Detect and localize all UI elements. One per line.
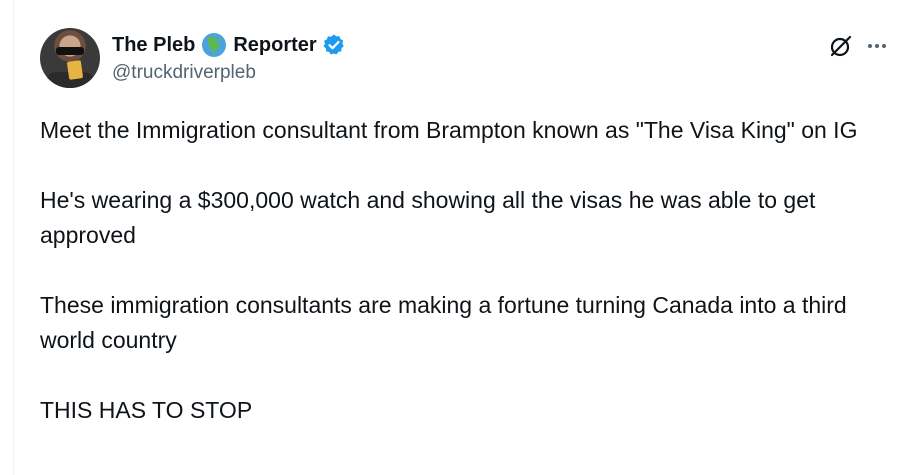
more-icon[interactable] [864,33,890,59]
tweet-header: The Pleb Reporter @truckdriverpleb [40,28,900,92]
tweet-text: Meet the Immigration consultant from Bra… [40,113,900,428]
display-name-part1: The Pleb [112,33,196,56]
author-name-row[interactable]: The Pleb Reporter [112,32,346,58]
tweet-paragraph: THIS HAS TO STOP [40,397,253,423]
grok-icon[interactable] [828,33,854,59]
tweet-paragraph: Meet the Immigration consultant from Bra… [40,117,858,143]
author-handle[interactable]: @truckdriverpleb [112,62,256,84]
avatar[interactable] [40,28,100,88]
tweet-paragraph: These immigration consultants are making… [40,292,854,353]
timeline-divider [13,0,14,475]
display-name[interactable]: The Pleb Reporter [112,32,317,58]
display-name-part2: Reporter [233,33,317,56]
verified-badge-icon[interactable] [322,33,346,57]
tweet-paragraph: He's wearing a $300,000 watch and showin… [40,187,822,248]
globe-africa-icon [202,33,227,57]
